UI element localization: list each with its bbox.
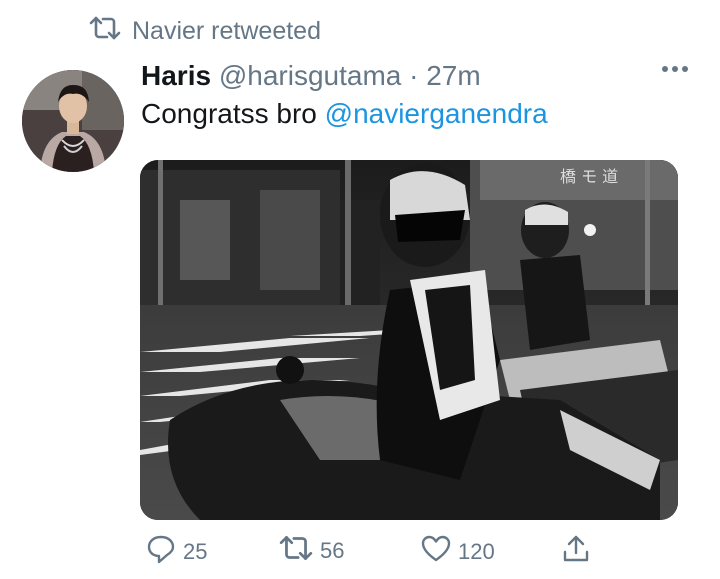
retweet-button[interactable]: 56 bbox=[278, 533, 344, 569]
mention-link[interactable]: @navierganendra bbox=[325, 98, 548, 129]
like-count: 120 bbox=[458, 539, 495, 564]
tweet-media-photo[interactable]: 橋 モ 道 bbox=[140, 160, 678, 520]
street-sign-text: 橋 モ 道 bbox=[560, 167, 618, 186]
avatar[interactable] bbox=[22, 70, 124, 172]
retweet-context[interactable]: Navier retweeted bbox=[88, 14, 321, 49]
avatar-image bbox=[22, 70, 124, 172]
tweet-text: Congratss bro @navierganendra bbox=[141, 98, 548, 130]
author-handle[interactable]: @harisgutama bbox=[219, 60, 402, 91]
share-icon bbox=[560, 533, 592, 571]
reply-count: 25 bbox=[183, 539, 208, 564]
tweet-actions: 25 56 120 bbox=[0, 533, 720, 573]
tweet-timestamp[interactable]: 27m bbox=[426, 60, 480, 91]
author-name[interactable]: Haris bbox=[141, 60, 211, 91]
retweet-action-icon bbox=[278, 533, 314, 569]
retweet-icon bbox=[88, 14, 122, 49]
retweet-label: Navier retweeted bbox=[132, 17, 321, 45]
heart-icon bbox=[420, 533, 452, 571]
reply-icon bbox=[145, 533, 177, 571]
tweet-text-body: Congratss bro bbox=[141, 98, 325, 129]
retweet-count: 56 bbox=[320, 538, 345, 563]
photo-image: 橋 モ 道 bbox=[140, 160, 678, 520]
like-button[interactable]: 120 bbox=[420, 533, 495, 571]
tweet-header: Haris @harisgutama · 27m bbox=[141, 60, 481, 92]
reply-button[interactable]: 25 bbox=[145, 533, 207, 571]
separator-dot: · bbox=[409, 60, 419, 91]
share-button[interactable] bbox=[560, 533, 592, 571]
more-options-icon[interactable] bbox=[662, 66, 688, 72]
